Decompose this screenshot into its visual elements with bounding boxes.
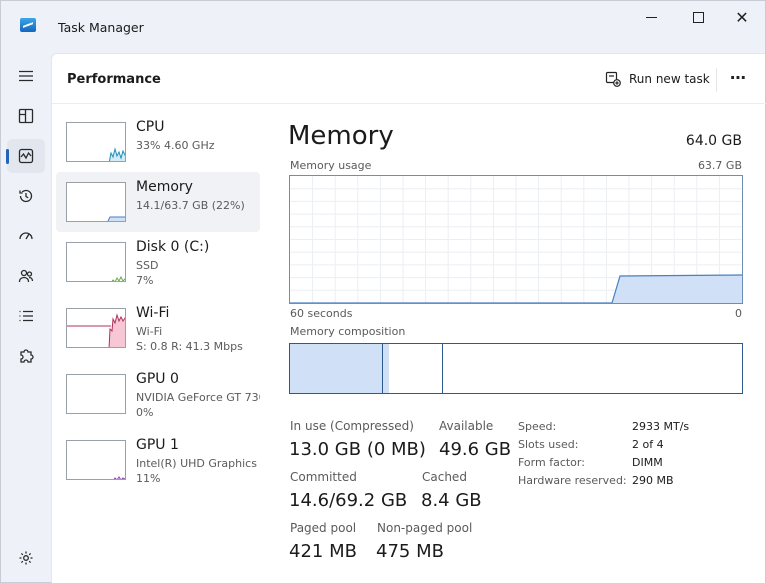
startup-gauge-icon bbox=[19, 232, 33, 240]
perf-item-detail-2: S: 0.8 R: 41.3 Mbps bbox=[136, 340, 243, 353]
users-icon bbox=[18, 269, 34, 283]
nav-performance[interactable] bbox=[6, 139, 45, 173]
composition-segment-free bbox=[444, 344, 742, 393]
close-button[interactable]: ✕ bbox=[719, 5, 765, 29]
perf-item-gpu-0[interactable]: GPU 0 NVIDIA GeForce GT 730 0% bbox=[56, 364, 260, 424]
spec-value: 2933 MT/s bbox=[632, 420, 690, 433]
nav-details[interactable] bbox=[7, 299, 45, 333]
gpu1-thumbnail-graph bbox=[66, 440, 126, 480]
nonpaged-pool-label: Non-paged pool bbox=[377, 521, 473, 535]
run-task-icon bbox=[605, 71, 621, 87]
run-new-task-label: Run new task bbox=[629, 72, 710, 86]
page-header: Performance Run new task ⋯ bbox=[52, 54, 766, 104]
page-title: Performance bbox=[67, 72, 161, 87]
memory-thumbnail-graph bbox=[66, 182, 126, 222]
spec-value: 2 of 4 bbox=[632, 438, 664, 451]
nonpaged-pool-value: 475 MB bbox=[376, 541, 444, 562]
minimize-icon bbox=[645, 16, 657, 18]
perf-item-memory[interactable]: Memory 14.1/63.7 GB (22%) bbox=[56, 172, 260, 232]
perf-item-detail-2: 0% bbox=[136, 406, 154, 419]
paged-pool-value: 421 MB bbox=[289, 541, 357, 562]
content-panel: Performance Run new task ⋯ CPU 33% 4.60 … bbox=[51, 53, 766, 583]
maximize-button[interactable] bbox=[675, 5, 721, 29]
perf-item-detail: 14.1/63.7 GB (22%) bbox=[136, 199, 245, 212]
cached-label: Cached bbox=[422, 470, 467, 484]
composition-segment-in-use bbox=[290, 344, 383, 393]
hamburger-icon bbox=[19, 70, 33, 82]
spec-key: Speed: bbox=[518, 420, 557, 433]
title-bar[interactable]: Task Manager ✕ bbox=[1, 1, 766, 53]
memory-total: 64.0 GB bbox=[685, 133, 742, 149]
in-use-value: 13.0 GB (0 MB) bbox=[289, 439, 426, 460]
available-value: 49.6 GB bbox=[439, 439, 512, 460]
nav-processes[interactable] bbox=[7, 99, 45, 133]
perf-item-detail-2: 11% bbox=[136, 472, 161, 485]
maximize-icon bbox=[692, 11, 704, 23]
memory-usage-graph bbox=[289, 175, 743, 304]
task-manager-window: Task Manager ✕ Performance Run new task … bbox=[0, 0, 766, 583]
committed-value: 14.6/69.2 GB bbox=[289, 490, 408, 511]
available-label: Available bbox=[439, 419, 494, 433]
composition-segment-standby bbox=[389, 344, 443, 393]
detail-title: Memory bbox=[288, 121, 394, 151]
nav-app-history[interactable] bbox=[7, 179, 45, 213]
perf-item-detail-2: 7% bbox=[136, 274, 154, 287]
nav-startup-apps[interactable] bbox=[7, 219, 45, 253]
wifi-thumbnail-graph bbox=[66, 308, 126, 348]
perf-item-detail: 33% 4.60 GHz bbox=[136, 139, 215, 152]
header-divider bbox=[716, 68, 717, 92]
memory-usage-label: Memory usage bbox=[290, 159, 372, 172]
gear-icon bbox=[19, 551, 33, 565]
hamburger-menu-button[interactable] bbox=[7, 59, 45, 93]
in-use-label: In use (Compressed) bbox=[290, 419, 414, 433]
run-new-task-button[interactable]: Run new task bbox=[605, 71, 710, 87]
navigation-rail bbox=[1, 53, 51, 583]
services-puzzle-icon bbox=[20, 349, 34, 363]
perf-item-name: GPU 1 bbox=[136, 437, 179, 453]
perf-item-name: Wi-Fi bbox=[136, 305, 170, 321]
nav-services[interactable] bbox=[7, 339, 45, 373]
gpu0-thumbnail-graph bbox=[66, 374, 126, 414]
memory-usage-max: 63.7 GB bbox=[697, 159, 742, 172]
perf-item-gpu-1[interactable]: GPU 1 Intel(R) UHD Graphics 630 11% bbox=[56, 430, 260, 490]
close-icon: ✕ bbox=[735, 7, 749, 27]
committed-label: Committed bbox=[290, 470, 357, 484]
spec-key: Hardware reserved: bbox=[518, 474, 627, 487]
memory-composition-label: Memory composition bbox=[290, 325, 406, 338]
cpu-thumbnail-graph bbox=[66, 122, 126, 162]
performance-icon bbox=[18, 148, 34, 164]
nav-settings[interactable] bbox=[7, 541, 45, 575]
minimize-button[interactable] bbox=[628, 5, 674, 29]
processes-icon bbox=[18, 108, 34, 124]
perf-item-disk-0[interactable]: Disk 0 (C:) SSD 7% bbox=[56, 232, 260, 292]
perf-item-detail: Intel(R) UHD Graphics 630 bbox=[136, 457, 260, 470]
perf-item-detail: NVIDIA GeForce GT 730 bbox=[136, 391, 260, 404]
more-options-button[interactable]: ⋯ bbox=[730, 68, 747, 87]
perf-item-name: CPU bbox=[136, 119, 165, 135]
perf-item-wifi[interactable]: Wi-Fi Wi-Fi S: 0.8 R: 41.3 Mbps bbox=[56, 298, 260, 358]
cached-value: 8.4 GB bbox=[421, 490, 482, 511]
history-icon bbox=[19, 189, 33, 203]
graph-time-right: 0 bbox=[735, 307, 742, 320]
task-manager-app-icon bbox=[20, 18, 36, 32]
spec-key: Slots used: bbox=[518, 438, 579, 451]
nav-users[interactable] bbox=[7, 259, 45, 293]
perf-item-detail: Wi-Fi bbox=[136, 325, 163, 338]
spec-key: Form factor: bbox=[518, 456, 585, 469]
perf-item-cpu[interactable]: CPU 33% 4.60 GHz bbox=[56, 112, 260, 172]
spec-value: DIMM bbox=[632, 456, 663, 469]
window-title: Task Manager bbox=[58, 20, 144, 35]
perf-item-name: Disk 0 (C:) bbox=[136, 239, 210, 255]
disk-thumbnail-graph bbox=[66, 242, 126, 282]
spec-value: 290 MB bbox=[632, 474, 674, 487]
perf-item-name: GPU 0 bbox=[136, 371, 179, 387]
perf-item-detail: SSD bbox=[136, 259, 159, 272]
perf-item-name: Memory bbox=[136, 179, 193, 195]
graph-time-left: 60 seconds bbox=[290, 307, 353, 320]
memory-composition-bar bbox=[289, 343, 743, 394]
details-list-icon bbox=[19, 310, 33, 322]
paged-pool-label: Paged pool bbox=[290, 521, 357, 535]
